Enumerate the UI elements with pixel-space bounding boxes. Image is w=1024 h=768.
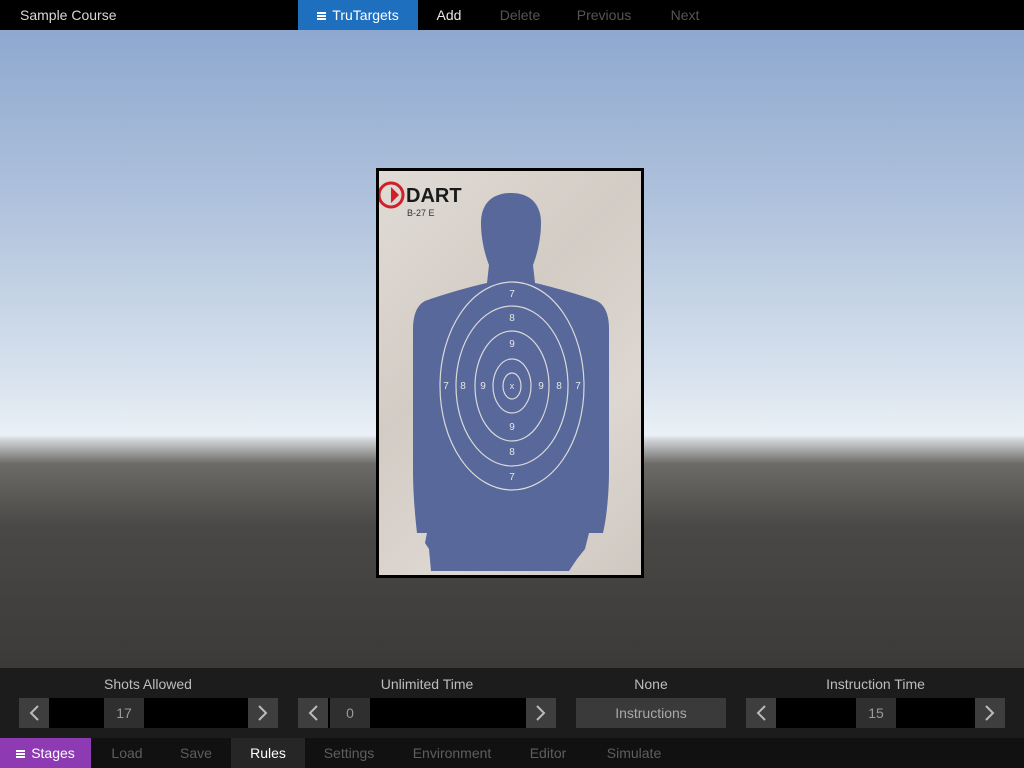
tab-load[interactable]: Load	[98, 738, 156, 768]
time-decrease-button[interactable]	[298, 698, 328, 728]
top-bar: Sample Course TruTargets Add Delete Prev…	[0, 0, 1024, 30]
chevron-right-icon	[985, 705, 995, 721]
trutargets-label: TruTargets	[332, 7, 399, 23]
ring-label: 7	[443, 381, 449, 392]
tab-editor[interactable]: Editor	[518, 738, 578, 768]
course-title: Sample Course	[20, 7, 117, 23]
ring-label: 8	[509, 313, 515, 324]
b27-silhouette-target: DART B-27 E 7 8 9 x 9 8 7 7 8 9 9 8 7	[379, 181, 609, 571]
target-board[interactable]: DART B-27 E 7 8 9 x 9 8 7 7 8 9 9 8 7	[376, 168, 644, 578]
range-viewport[interactable]: DART B-27 E 7 8 9 x 9 8 7 7 8 9 9 8 7	[0, 30, 1024, 668]
tab-environment[interactable]: Environment	[402, 738, 502, 768]
time-value: 0	[330, 698, 370, 728]
delete-button[interactable]: Delete	[490, 0, 550, 30]
instruction-time-value: 15	[856, 698, 896, 728]
ring-label: 7	[575, 381, 581, 392]
time-stepper: 0	[298, 698, 556, 728]
ring-label: 8	[460, 381, 466, 392]
tab-settings[interactable]: Settings	[312, 738, 386, 768]
target-paper: DART B-27 E 7 8 9 x 9 8 7 7 8 9 9 8 7	[379, 171, 641, 575]
shots-allowed-label: Shots Allowed	[104, 676, 192, 692]
ring-label: 9	[509, 339, 515, 350]
chevron-right-icon	[536, 705, 546, 721]
trutargets-button[interactable]: TruTargets	[298, 0, 418, 30]
shots-allowed-value: 17	[104, 698, 144, 728]
instructions-status-label: None	[634, 676, 668, 692]
ring-label: 9	[538, 381, 544, 392]
dart-logo-icon	[379, 181, 405, 209]
target-model: B-27 E	[407, 208, 435, 218]
ring-label: 8	[556, 381, 562, 392]
chevron-left-icon	[756, 705, 766, 721]
instructions-button[interactable]: Instructions	[576, 698, 726, 728]
tab-save[interactable]: Save	[166, 738, 226, 768]
shots-increase-button[interactable]	[248, 698, 278, 728]
stages-label: Stages	[31, 745, 75, 761]
shots-decrease-button[interactable]	[19, 698, 49, 728]
instruction-time-stepper: 15	[746, 698, 1005, 728]
menu-icon	[16, 750, 26, 759]
bottom-nav: Stages Load Save Rules Settings Environm…	[0, 738, 1024, 768]
time-increase-button[interactable]	[526, 698, 556, 728]
ring-label: 8	[509, 447, 515, 458]
menu-icon	[317, 12, 327, 21]
instruction-time-increase-button[interactable]	[975, 698, 1005, 728]
target-brand: DART	[406, 185, 462, 207]
ring-label: 7	[509, 289, 515, 300]
instruction-time-label: Instruction Time	[826, 676, 925, 692]
ring-label: 9	[509, 422, 515, 433]
chevron-left-icon	[308, 705, 318, 721]
ring-label: x	[510, 381, 515, 391]
chevron-left-icon	[29, 705, 39, 721]
stages-button[interactable]: Stages	[0, 738, 91, 768]
rules-controls-panel: Shots Allowed 17 Unlimited Time 0 None I…	[0, 668, 1024, 738]
tab-rules[interactable]: Rules	[231, 738, 305, 768]
ring-label: 7	[509, 472, 515, 483]
instruction-time-decrease-button[interactable]	[746, 698, 776, 728]
add-button[interactable]: Add	[423, 0, 475, 30]
next-button[interactable]: Next	[660, 0, 710, 30]
previous-button[interactable]: Previous	[568, 0, 640, 30]
time-label: Unlimited Time	[380, 676, 474, 692]
tab-simulate[interactable]: Simulate	[596, 738, 672, 768]
chevron-right-icon	[258, 705, 268, 721]
ring-label: 9	[480, 381, 486, 392]
shots-allowed-stepper: 17	[19, 698, 278, 728]
